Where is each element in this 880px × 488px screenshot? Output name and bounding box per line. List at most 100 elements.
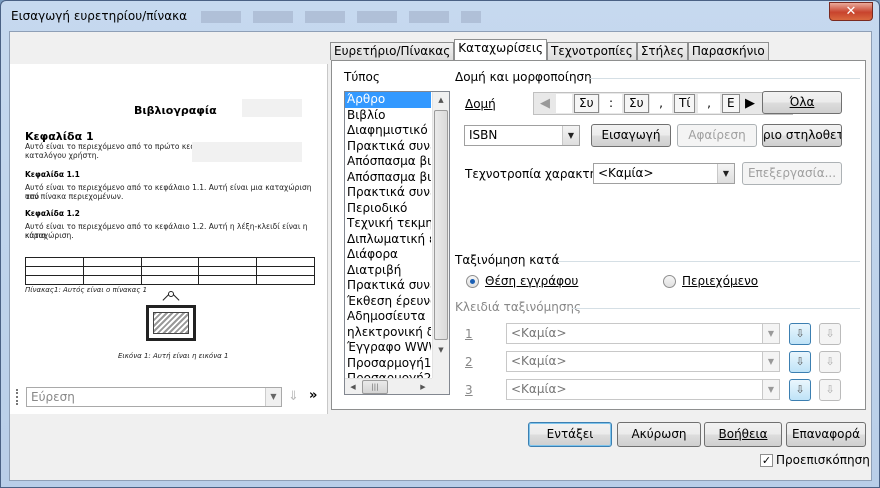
type-list-item[interactable]: Τεχνική τεκμηρ: [345, 216, 431, 232]
insert-button[interactable]: Εισαγωγή: [591, 124, 671, 147]
type-list-item[interactable]: Έκθεση έρευνας: [345, 294, 431, 310]
type-list-item[interactable]: Διπλωματική ε: [345, 232, 431, 248]
sort-ascending-icon[interactable]: ⇩: [789, 351, 811, 373]
chevron-down-icon[interactable]: ▼: [762, 380, 779, 399]
type-list-item[interactable]: Αδημοσίευτα: [345, 309, 431, 325]
tab-columns[interactable]: Στήλες: [636, 42, 688, 60]
preview-chapter11: Κεφαλίδα 1.1: [25, 170, 80, 179]
scroll-up-icon[interactable]: ▲: [433, 92, 449, 108]
type-list-item[interactable]: Βιβλίο: [345, 108, 431, 124]
tab-entries[interactable]: Καταχωρίσεις: [454, 39, 548, 60]
type-vscroll[interactable]: ▲ ▼: [432, 92, 449, 378]
type-list-item[interactable]: Απόσπασμα βιβ: [345, 154, 431, 170]
sort-descending-icon[interactable]: ⇩: [819, 351, 841, 373]
type-list-item[interactable]: Πρακτικά συνεδ: [345, 139, 431, 155]
scroll-down-icon[interactable]: ▼: [433, 342, 449, 358]
close-button[interactable]: ✕: [829, 2, 873, 21]
chevron-down-icon[interactable]: ▼: [762, 352, 779, 371]
type-list-item[interactable]: Απόσπασμα βιβ: [345, 170, 431, 186]
scroll-right-icon[interactable]: ▶: [415, 379, 431, 394]
structure-group-line: [590, 78, 860, 79]
structure-gap: [556, 94, 572, 113]
sort-key-2-combo[interactable]: <Καμία> ▼: [506, 351, 780, 372]
sort-position-radio[interactable]: [466, 275, 479, 288]
structure-sep-3[interactable]: ,: [698, 94, 720, 113]
preview-shade-2: [192, 142, 302, 162]
scroll-thumb[interactable]: [434, 110, 448, 340]
sort-key-3-combo[interactable]: <Καμία> ▼: [506, 379, 780, 400]
sort-key-1-label: 1: [465, 327, 473, 341]
tab-background[interactable]: Παρασκήνιο: [687, 42, 769, 60]
help-button[interactable]: Βοήθεια: [704, 422, 782, 447]
find-bar-grip[interactable]: [16, 389, 20, 405]
structure-left-icon[interactable]: ◀: [535, 94, 555, 113]
sort-key-2-value: <Καμία>: [511, 354, 567, 368]
reset-button[interactable]: Επαναφορά: [786, 422, 866, 447]
chevron-down-icon[interactable]: ▼: [762, 324, 779, 343]
find-next-icon[interactable]: ⇓: [288, 389, 299, 404]
preview-shade: [242, 99, 302, 117]
preview-table-caption: Πίνακας1: Αυτός είναι ο πίνακας 1: [25, 286, 148, 294]
hscroll-thumb[interactable]: |||: [362, 380, 388, 394]
type-list-item[interactable]: ηλεκτρονική διε: [345, 325, 431, 341]
preview-chapter1-text: Αυτό είναι το περιεχόμενο από το πρώτο κ…: [25, 142, 201, 151]
cancel-button[interactable]: Ακύρωση: [617, 422, 701, 447]
type-list-item[interactable]: Έγγραφο WWW: [345, 340, 431, 356]
type-list-item[interactable]: Άρθρο: [345, 92, 431, 108]
all-button[interactable]: Όλα: [762, 91, 842, 114]
dialog-window: Εισαγωγή ευρετηρίου/πίνακα ✕ Βιβλιογραφί…: [0, 0, 880, 488]
type-list-item[interactable]: Διάφορα: [345, 247, 431, 263]
structure-token-1[interactable]: Συ: [574, 94, 599, 113]
type-listbox[interactable]: ΆρθροΒιβλίοΔιαφημιστικό φΠρακτικά συνεδΑ…: [344, 91, 450, 395]
remove-button[interactable]: Αφαίρεση: [677, 124, 757, 147]
type-list-item[interactable]: Διατριβή: [345, 263, 431, 279]
type-list-item[interactable]: Διαφημιστικό φ: [345, 123, 431, 139]
find-more-icon[interactable]: »: [309, 388, 317, 403]
char-style-value: <Καμία>: [598, 166, 654, 180]
structure-token-2[interactable]: Συ: [624, 94, 649, 113]
sort-key-3-value: <Καμία>: [511, 382, 567, 396]
sort-ascending-icon[interactable]: ⇩: [789, 379, 811, 401]
edit-button[interactable]: Επεξεργασία...: [742, 162, 842, 185]
sort-content-label: Περιεχόμενο: [682, 274, 759, 288]
preview-picture: [146, 305, 196, 341]
find-dropdown-icon[interactable]: ▼: [265, 388, 281, 406]
chevron-down-icon[interactable]: ▼: [717, 164, 734, 183]
chevron-down-icon[interactable]: ▼: [562, 126, 579, 145]
structure-sep-1[interactable]: :: [600, 94, 622, 113]
type-label: Τύπος: [344, 70, 380, 84]
type-list-item[interactable]: Περιοδικό: [345, 201, 431, 217]
sort-ascending-icon[interactable]: ⇩: [789, 323, 811, 345]
structure-token-4[interactable]: Ε: [722, 94, 740, 113]
structure-token-3[interactable]: Τί: [674, 94, 696, 113]
sort-key-1-combo[interactable]: <Καμία> ▼: [506, 323, 780, 344]
ok-button[interactable]: Εντάξει: [528, 422, 612, 447]
structure-right-icon[interactable]: ▶: [740, 94, 760, 113]
sort-key-1-value: <Καμία>: [511, 326, 567, 340]
char-style-combo[interactable]: <Καμία> ▼: [593, 163, 735, 184]
sort-descending-icon[interactable]: ⇩: [819, 323, 841, 345]
structure-group-label: Δομή και μορφοποίηση: [455, 70, 592, 84]
preview-chapter11-text2: τον πίνακα περιεχομένων.: [25, 192, 124, 201]
structure-sep-2[interactable]: ,: [650, 94, 672, 113]
sort-group-label: Ταξινόμηση κατά: [455, 253, 560, 267]
tab-stop-button[interactable]: ριο στηλοθετ: [762, 124, 842, 147]
preview-checkbox[interactable]: ✓: [760, 454, 773, 467]
structure-editor[interactable]: ◀ Συ : Συ , Τί , Ε ▶: [533, 92, 793, 115]
tab-styles[interactable]: Τεχνοτροπίες: [547, 42, 637, 60]
find-input[interactable]: Εύρεση ▼: [26, 387, 282, 407]
title-bar[interactable]: Εισαγωγή ευρετηρίου/πίνακα ✕: [1, 1, 879, 31]
preview-checkbox-label: Προεπισκόπηση: [776, 453, 870, 467]
sort-descending-icon[interactable]: ⇩: [819, 379, 841, 401]
type-hscroll[interactable]: ◀ ||| ▶: [345, 378, 433, 394]
preview-table: [25, 257, 315, 285]
tab-index-table[interactable]: Ευρετήριο/Πίνακας: [330, 42, 455, 60]
preview-chapter1-text2: καταλόγου χρήστη.: [25, 151, 99, 160]
field-combo[interactable]: ISBN ▼: [464, 125, 580, 146]
type-list-item[interactable]: Πρακτικά συνεδ: [345, 278, 431, 294]
type-list-item[interactable]: Προσαρμογή1: [345, 356, 431, 372]
sort-content-radio[interactable]: [663, 275, 676, 288]
tab-strip: Ευρετήριο/Πίνακας Καταχωρίσεις Τεχνοτροπ…: [330, 39, 769, 60]
scroll-left-icon[interactable]: ◀: [345, 379, 361, 394]
type-list-item[interactable]: Πρακτικά συνεδ: [345, 185, 431, 201]
